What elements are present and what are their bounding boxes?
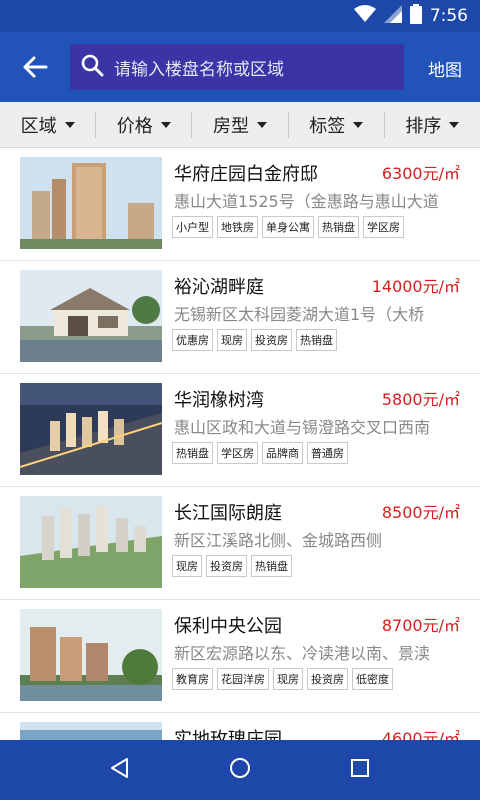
tag-badge: 花园洋房 (217, 668, 269, 690)
listing-price: 8500元/㎡ (381, 503, 460, 522)
listing-price: 6300元/㎡ (381, 164, 460, 183)
tag-badge: 热销盘 (318, 216, 359, 238)
tag-list: 现房 投资房 热销盘 (172, 555, 292, 577)
tag-badge: 小户型 (172, 216, 213, 238)
list-item[interactable]: 华府庄园白金府邸 6300元/㎡ 惠山大道1525号（金惠路与惠山大道 小户型 … (0, 148, 480, 261)
list-item[interactable]: 保利中央公园 8700元/㎡ 新区宏源路以东、冷读港以南、景渎 教育房 花园洋房… (0, 600, 480, 713)
listing-name: 华府庄园白金府邸 (174, 164, 318, 185)
battery-icon (409, 4, 422, 28)
listing-name: 保利中央公园 (174, 616, 282, 637)
tag-badge: 热销盘 (251, 555, 292, 577)
search-icon (80, 53, 104, 81)
property-photo (20, 383, 162, 475)
filter-room-type[interactable]: 房型 (192, 111, 289, 138)
tag-badge: 现房 (172, 555, 202, 577)
listing-address: 新区宏源路以东、冷读港以南、景渎 (174, 644, 431, 663)
property-list: 华府庄园白金府邸 6300元/㎡ 惠山大道1525号（金惠路与惠山大道 小户型 … (0, 148, 480, 740)
caret-down-icon (64, 121, 75, 128)
tag-list: 小户型 地铁房 单身公寓 热销盘 学区房 (172, 216, 404, 238)
tag-badge: 单身公寓 (262, 216, 314, 238)
wifi-icon (353, 5, 376, 27)
tag-badge: 投资房 (251, 329, 292, 351)
caret-down-icon (160, 121, 171, 128)
filter-sort[interactable]: 排序 (385, 112, 480, 138)
list-item[interactable]: 裕沁湖畔庭 14000元/㎡ 无锡新区太科园菱湖大道1号（大桥 优惠房 现房 投… (0, 261, 480, 374)
tag-badge: 投资房 (206, 555, 247, 577)
tag-badge: 低密度 (352, 668, 393, 690)
tag-badge: 优惠房 (172, 329, 213, 351)
system-nav-bar (0, 740, 480, 800)
list-item[interactable]: 华润橡树湾 5800元/㎡ 惠山区政和大道与锡澄路交叉口西南 热销盘 学区房 品… (0, 374, 480, 487)
tag-badge: 现房 (217, 329, 247, 351)
tag-badge: 现房 (273, 668, 303, 690)
app-bar: 请输入楼盘名称或区域 地图 (0, 32, 480, 102)
back-arrow-icon[interactable] (20, 52, 50, 82)
property-photo (20, 722, 162, 740)
tag-badge: 教育房 (172, 668, 213, 690)
tag-badge: 地铁房 (217, 216, 258, 238)
listing-name: 华润橡树湾 (174, 390, 264, 411)
property-photo (20, 496, 162, 588)
tag-badge: 品牌商 (262, 442, 303, 464)
property-photo (20, 270, 162, 362)
filter-price[interactable]: 价格 (96, 111, 193, 138)
tag-badge: 投资房 (307, 668, 348, 690)
filter-region[interactable]: 区域 (0, 111, 97, 138)
tag-badge: 热销盘 (172, 442, 213, 464)
property-photo (20, 157, 162, 249)
listing-price: 4600元/㎡ (381, 729, 460, 740)
listing-name: 长江国际朗庭 (174, 503, 282, 524)
tag-badge: 学区房 (363, 216, 404, 238)
listing-address: 无锡新区太科园菱湖大道1号（大桥 (174, 305, 425, 324)
filter-bar: 区域 价格 房型 标签 排序 (0, 102, 480, 148)
listing-address: 新区江溪路北侧、金城路西侧 (174, 531, 383, 550)
listing-name: 裕沁湖畔庭 (174, 277, 264, 298)
listing-price: 5800元/㎡ (381, 390, 460, 409)
signal-icon (383, 5, 402, 27)
tag-list: 教育房 花园洋房 现房 投资房 低密度 (172, 668, 393, 690)
tag-badge: 学区房 (217, 442, 258, 464)
listing-address: 惠山大道1525号（金惠路与惠山大道 (174, 192, 439, 211)
tag-list: 优惠房 现房 投资房 热销盘 (172, 329, 337, 351)
property-photo (20, 609, 162, 701)
listing-price: 14000元/㎡ (371, 277, 460, 296)
list-item[interactable]: 实地玫瑰庄园 4600元/㎡ (0, 713, 480, 740)
search-placeholder: 请输入楼盘名称或区域 (114, 59, 284, 80)
listing-name: 实地玫瑰庄园 (174, 729, 282, 740)
recents-nav-icon[interactable] (348, 756, 372, 784)
map-button[interactable]: 地图 (428, 56, 462, 81)
filter-tag[interactable]: 标签 (289, 111, 385, 138)
caret-down-icon (449, 121, 460, 128)
tag-badge: 普通房 (307, 442, 348, 464)
search-input[interactable]: 请输入楼盘名称或区域 (70, 44, 404, 90)
caret-down-icon (353, 121, 364, 128)
listing-address: 惠山区政和大道与锡澄路交叉口西南 (174, 418, 431, 437)
tag-badge: 热销盘 (296, 329, 337, 351)
back-nav-icon[interactable] (108, 756, 132, 784)
status-time: 7:56 (429, 6, 468, 26)
caret-down-icon (257, 121, 267, 128)
list-item[interactable]: 长江国际朗庭 8500元/㎡ 新区江溪路北侧、金城路西侧 现房 投资房 热销盘 (0, 487, 480, 600)
tag-list: 热销盘 学区房 品牌商 普通房 (172, 442, 348, 464)
status-bar: 7:56 (0, 0, 480, 32)
listing-price: 8700元/㎡ (381, 616, 460, 635)
home-nav-icon[interactable] (228, 756, 252, 784)
